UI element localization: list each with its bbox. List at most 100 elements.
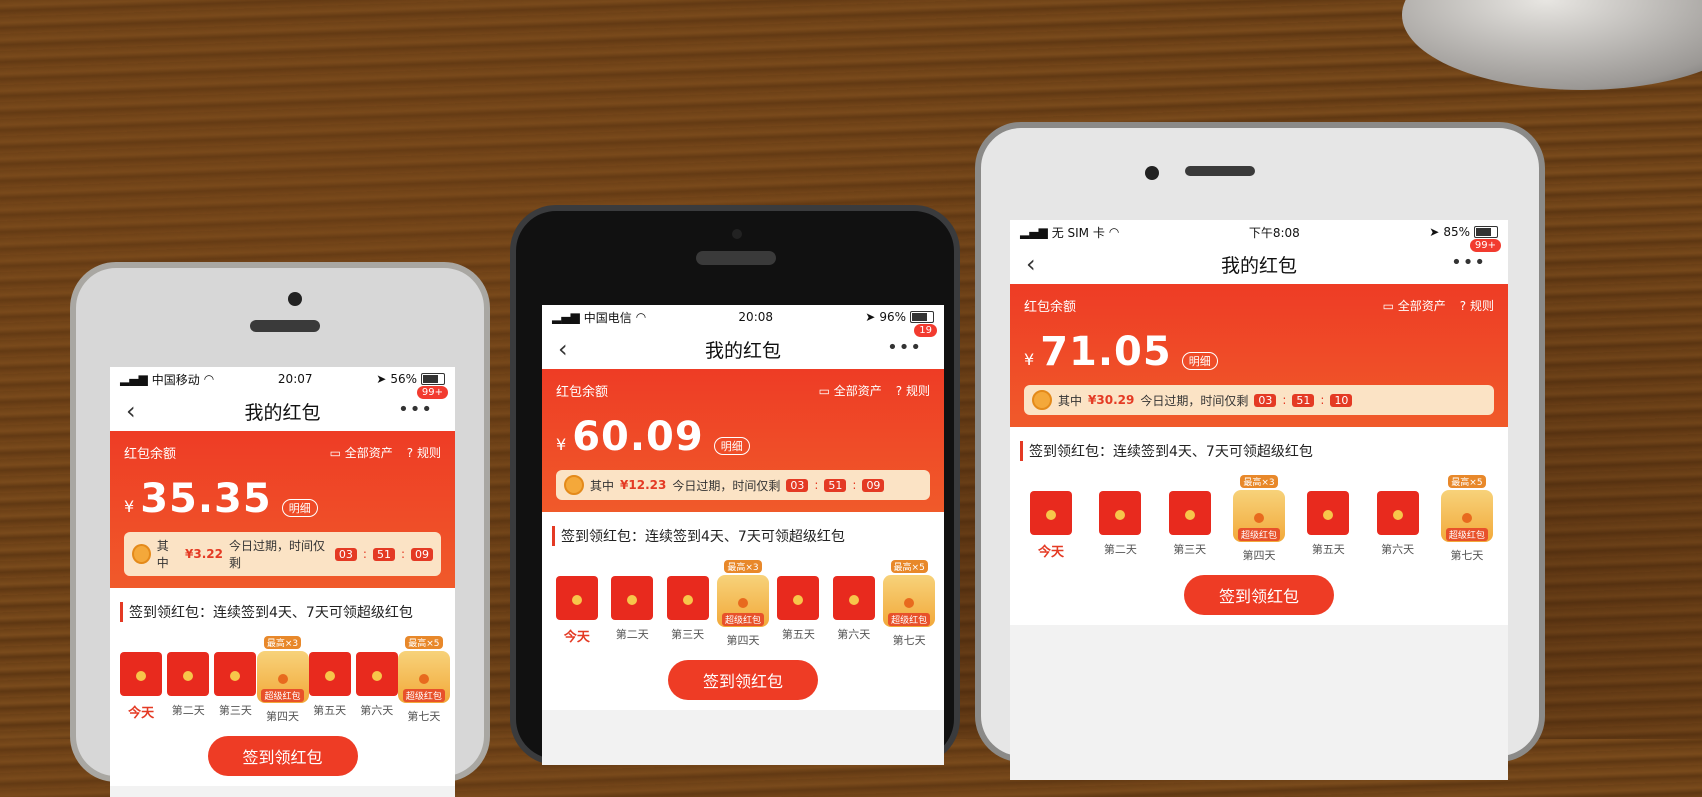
countdown-hours: 03 bbox=[334, 547, 357, 561]
page-title: 我的红包 bbox=[704, 339, 781, 362]
sign-in-day[interactable]: 今天 bbox=[552, 560, 602, 648]
front-camera bbox=[732, 229, 742, 239]
day-label: 今天 bbox=[128, 706, 155, 721]
location-icon: ➤ bbox=[865, 310, 876, 324]
balance-label: 红包余额 bbox=[124, 447, 177, 462]
status-bar: ▂▄▆ 中国电信 ◠ 20:08 ➤ 96% bbox=[542, 305, 944, 329]
sign-in-day[interactable]: 最高×3 超级红包 第四天 bbox=[717, 560, 769, 648]
sign-in-card: 签到领红包：连续签到4天、7天可领超级红包 今天 第二天 第三天 最高×3 超级红包 第四… bbox=[1010, 427, 1508, 625]
day-label: 第五天 bbox=[781, 628, 815, 641]
balance-card: 红包余额 ▭ 全部资产 ? 规则 ¥ 60.09 明细 其中 ¥12.23 今日… bbox=[542, 369, 944, 512]
phone-3: ▂▄▆ 无 SIM 卡 ◠ 下午8:08 ➤ 85% ‹ 我的红包 ••• 99… bbox=[975, 122, 1545, 780]
sign-in-day[interactable]: 最高×3 超级红包 第四天 bbox=[256, 636, 309, 724]
balance-label: 红包余额 bbox=[1024, 300, 1077, 315]
sign-in-day[interactable]: 第三天 bbox=[1159, 475, 1221, 563]
rules-link[interactable]: ? 规则 bbox=[1460, 297, 1494, 314]
phone-screen: ▂▄▆ 中国电信 ◠ 20:08 ➤ 96% ‹ 我的红包 ••• 19 红包余… bbox=[542, 305, 944, 765]
help-icon: ? bbox=[1459, 299, 1470, 313]
sign-in-day[interactable]: 第二天 bbox=[607, 560, 657, 648]
balance-card: 红包余额 ▭ 全部资产 ? 规则 ¥ 71.05 明细 其中 ¥30.29 今日… bbox=[1010, 284, 1508, 427]
day-label: 第三天 bbox=[218, 704, 252, 717]
sign-in-day[interactable]: 第二天 bbox=[1089, 475, 1151, 563]
expire-amount: ¥12.23 bbox=[620, 478, 667, 492]
location-icon: ➤ bbox=[1429, 225, 1440, 239]
nav-bar: ‹ 我的红包 ••• 99+ bbox=[110, 385, 455, 431]
all-assets-link[interactable]: ▭ 全部资产 bbox=[330, 444, 393, 461]
countdown-minutes: 51 bbox=[824, 478, 847, 492]
phone-2: ▂▄▆ 中国电信 ◠ 20:08 ➤ 96% ‹ 我的红包 ••• 19 红包余… bbox=[510, 205, 960, 765]
sign-in-day[interactable]: 第二天 bbox=[167, 636, 210, 724]
sign-in-button[interactable]: 签到领红包 bbox=[1184, 575, 1334, 615]
day-label: 第四天 bbox=[266, 710, 299, 723]
more-icon[interactable]: ••• bbox=[1451, 252, 1486, 273]
sign-in-day[interactable]: 最高×5 超级红包 第七天 bbox=[1436, 475, 1498, 563]
super-envelope-label: 超级红包 bbox=[1445, 528, 1488, 541]
all-assets-link[interactable]: ▭ 全部资产 bbox=[1383, 297, 1446, 314]
red-envelope-icon bbox=[832, 576, 875, 620]
sign-in-card: 签到领红包：连续签到4天、7天可领超级红包 今天 第二天 第三天 最高×3 超级红包 第四… bbox=[110, 588, 455, 786]
sign-in-day[interactable]: 今天 bbox=[1020, 475, 1082, 563]
rules-link[interactable]: ? 规则 bbox=[896, 382, 930, 399]
page-title: 我的红包 bbox=[1220, 254, 1297, 277]
help-icon: ? bbox=[406, 446, 417, 460]
sign-in-day[interactable]: 第三天 bbox=[663, 560, 713, 648]
day-label: 第六天 bbox=[837, 628, 871, 641]
sign-in-day[interactable]: 第六天 bbox=[829, 560, 879, 648]
back-icon[interactable]: ‹ bbox=[1026, 250, 1036, 278]
red-envelope-icon bbox=[167, 652, 210, 696]
sign-in-day[interactable]: 第五天 bbox=[1297, 475, 1359, 563]
more-icon[interactable]: ••• bbox=[398, 399, 433, 420]
countdown-hours: 03 bbox=[786, 478, 809, 492]
back-icon[interactable]: ‹ bbox=[126, 397, 136, 425]
day-label: 第三天 bbox=[671, 628, 705, 641]
detail-button[interactable]: 明细 bbox=[281, 499, 318, 517]
countdown-hours: 03 bbox=[1254, 393, 1277, 407]
notification-badge: 19 bbox=[913, 323, 938, 338]
sign-in-day[interactable]: 最高×5 超级红包 第七天 bbox=[883, 560, 936, 648]
clock-icon bbox=[564, 475, 584, 495]
sign-in-day[interactable]: 最高×5 超级红包 第七天 bbox=[397, 636, 450, 724]
phone-1: ▂▄▆ 中国移动 ◠ 20:07 ➤ 56% ‹ 我的红包 ••• 99+ 红包… bbox=[70, 262, 490, 797]
countdown-minutes: 51 bbox=[372, 547, 395, 561]
detail-button[interactable]: 明细 bbox=[713, 437, 750, 455]
sign-in-days: 今天 第二天 第三天 最高×3 超级红包 第四天 第五天 第六天 最高×5 超级红包 第七天 bbox=[552, 560, 936, 648]
back-icon[interactable]: ‹ bbox=[558, 335, 568, 363]
detail-button[interactable]: 明细 bbox=[1181, 352, 1218, 370]
carrier-label: 中国电信 bbox=[583, 310, 632, 325]
sign-in-days: 今天 第二天 第三天 最高×3 超级红包 第四天 第五天 第六天 最高×5 超级红包 第七天 bbox=[120, 636, 450, 724]
help-icon: ? bbox=[895, 384, 906, 398]
expire-prefix: 其中 bbox=[156, 539, 169, 570]
countdown-minutes: 51 bbox=[1292, 393, 1315, 407]
rules-link[interactable]: ? 规则 bbox=[407, 444, 441, 461]
sign-in-day[interactable]: 第六天 bbox=[355, 636, 398, 724]
battery-percent: 85% bbox=[1443, 225, 1470, 239]
sign-in-day[interactable]: 今天 bbox=[120, 636, 163, 724]
red-envelope-icon bbox=[611, 576, 654, 620]
balance-label: 红包余额 bbox=[556, 385, 609, 400]
red-envelope-icon bbox=[666, 576, 709, 620]
carrier-label: 中国移动 bbox=[151, 372, 200, 387]
all-assets-link[interactable]: ▭ 全部资产 bbox=[819, 382, 882, 399]
currency-symbol: ¥ bbox=[1024, 350, 1035, 369]
super-multiplier: 最高×5 bbox=[1448, 475, 1486, 488]
location-icon: ➤ bbox=[376, 372, 387, 386]
wallet-icon: ▭ bbox=[1382, 299, 1398, 313]
expire-text: 今日过期，时间仅剩 bbox=[672, 478, 781, 493]
page-title: 我的红包 bbox=[244, 401, 321, 424]
super-multiplier: 最高×5 bbox=[890, 560, 928, 573]
sign-in-button[interactable]: 签到领红包 bbox=[668, 660, 818, 700]
balance-amount: 71.05 bbox=[1040, 329, 1172, 375]
clock-time: 20:08 bbox=[738, 310, 774, 324]
red-envelope-icon bbox=[308, 652, 351, 696]
sign-in-day[interactable]: 第三天 bbox=[214, 636, 257, 724]
sign-in-day[interactable]: 最高×3 超级红包 第四天 bbox=[1228, 475, 1290, 563]
more-icon[interactable]: ••• bbox=[887, 337, 922, 358]
sign-in-day[interactable]: 第五天 bbox=[774, 560, 824, 648]
sign-in-day[interactable]: 第五天 bbox=[308, 636, 351, 724]
day-label: 第六天 bbox=[360, 704, 394, 717]
sign-in-button[interactable]: 签到领红包 bbox=[207, 736, 358, 776]
sign-in-day[interactable]: 第六天 bbox=[1367, 475, 1429, 563]
day-label: 第二天 bbox=[615, 628, 649, 641]
super-envelope-label: 超级红包 bbox=[721, 613, 764, 626]
carrier-label: 无 SIM 卡 bbox=[1051, 225, 1105, 240]
